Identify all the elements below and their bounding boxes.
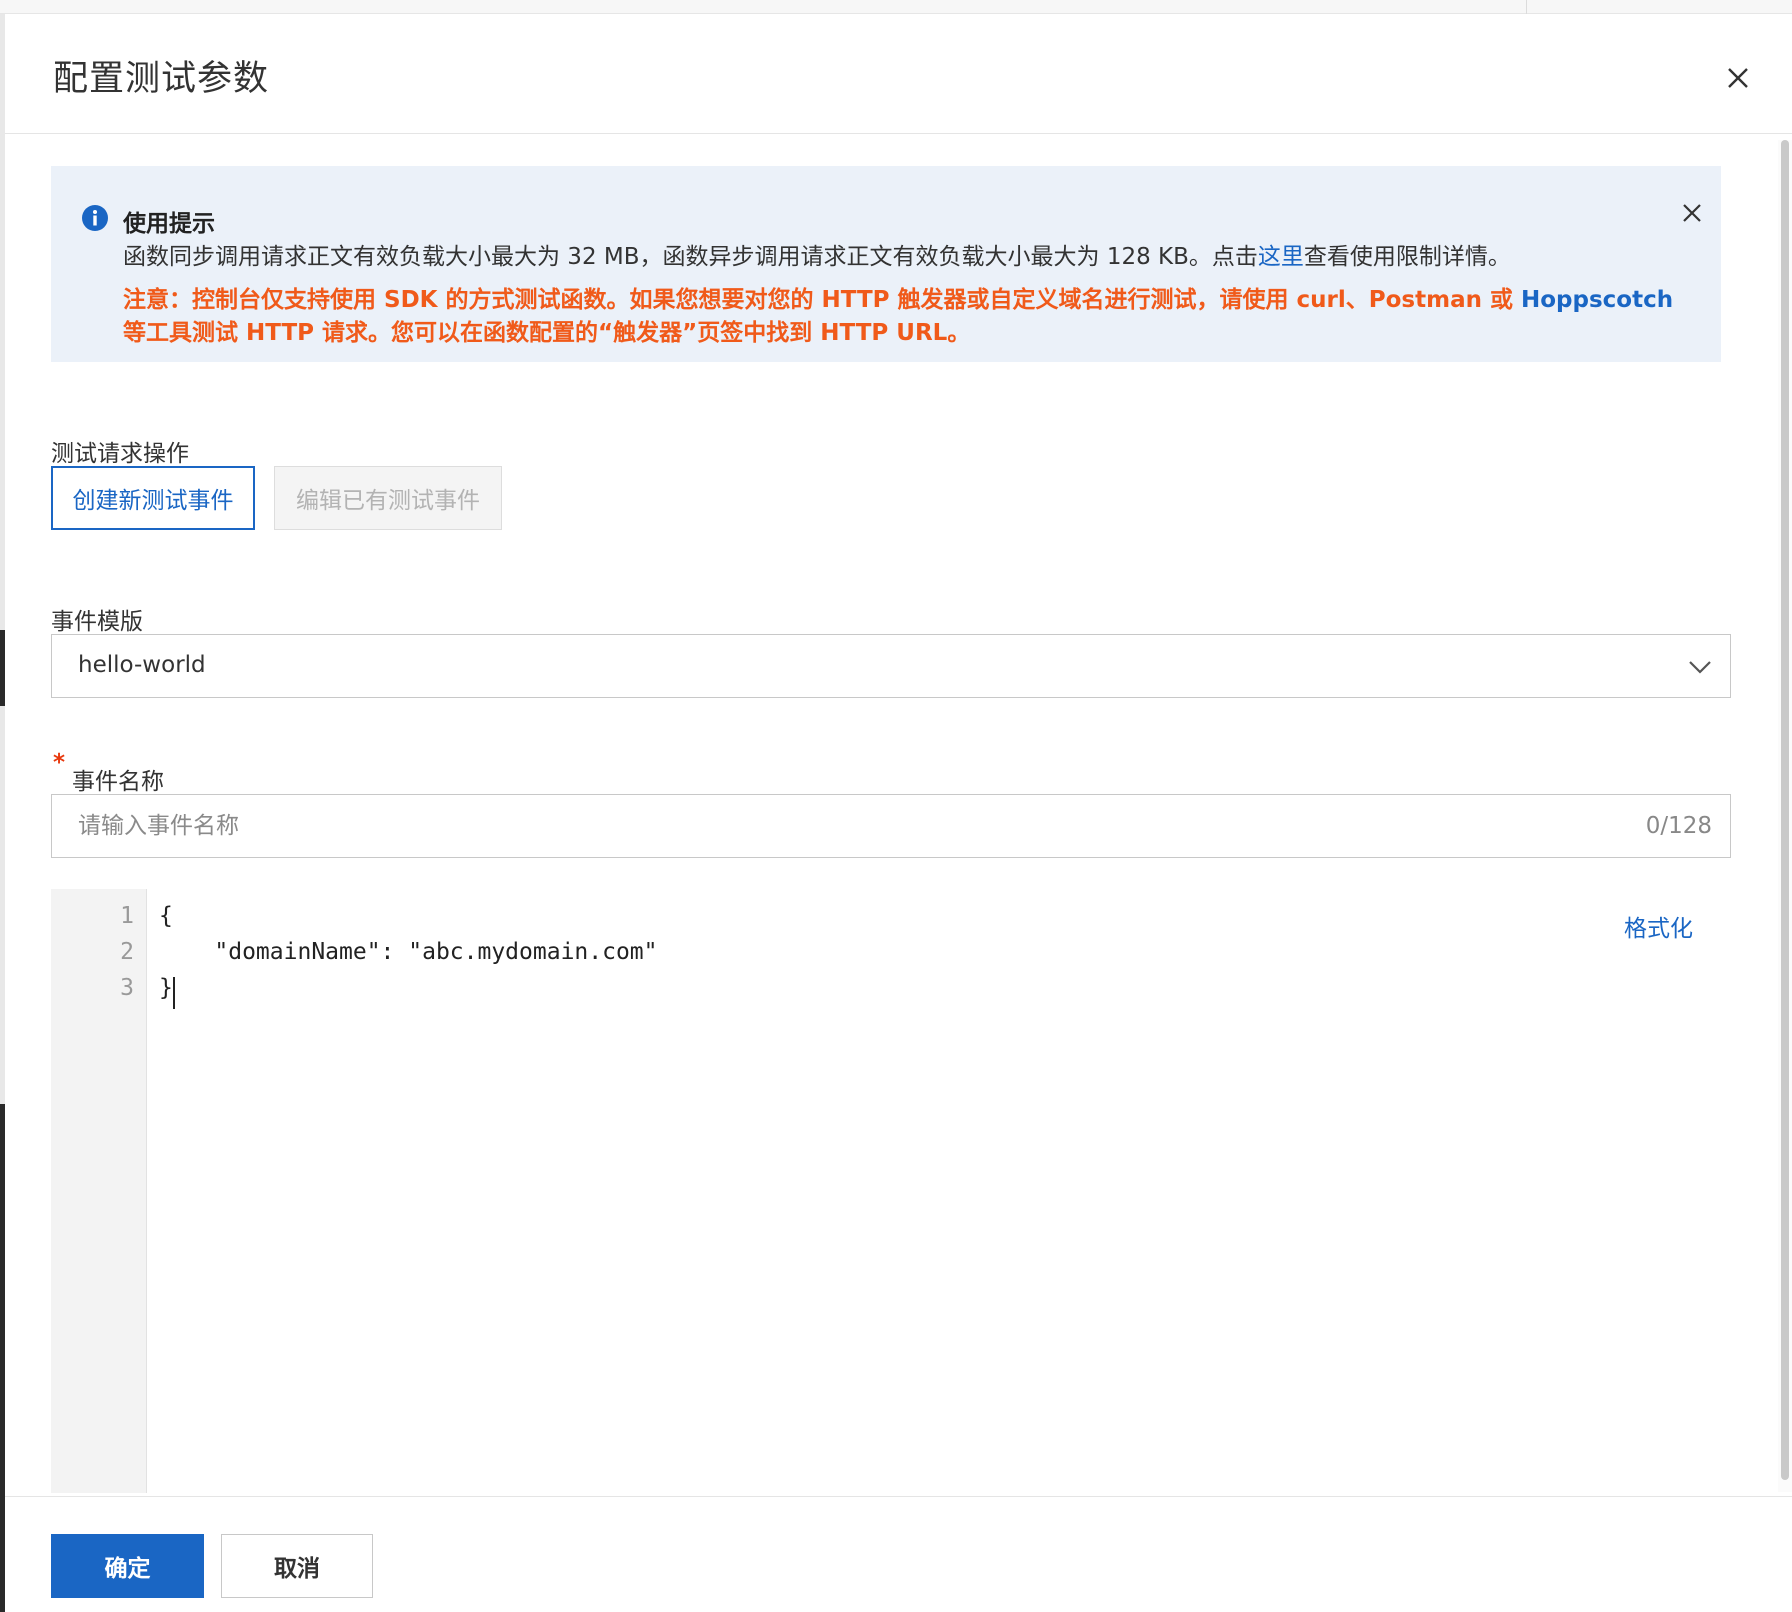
event-template-select[interactable]: hello-world [51,634,1731,698]
dialog-title: 配置测试参数 [53,59,270,99]
json-code-editor[interactable]: 1 2 3 { "domainName": "abc.mydomain.com"… [51,889,1731,1493]
line-number: 1 [120,903,134,929]
hoppscotch-highlight: Hoppscotch [1520,287,1674,313]
limits-details-link[interactable]: 这里 [1258,244,1304,270]
info-icon [81,204,109,232]
line-number: 3 [120,975,134,1001]
alert-desc-text-end: 查看使用限制详情。 [1303,244,1511,270]
usage-tip-alert: 使用提示 函数同步调用请求正文有效负载大小最大为 32 MB，函数异步调用请求正… [51,166,1721,362]
warning-text-end: 等工具测试 HTTP 请求。您可以在函数配置的“触发器”页签中找到 HTTP U… [123,320,971,346]
alert-desc-text: 函数同步调用请求正文有效负载大小最大为 32 MB，函数异步调用请求正文有效负载… [123,244,1258,270]
test-action-label: 测试请求操作 [51,441,189,467]
close-icon [1728,68,1748,88]
warning-text: 注意：控制台仅支持使用 SDK 的方式测试函数。如果您想要对您的 HTTP 触发… [123,287,1521,313]
code-line[interactable]: { [159,903,173,929]
dialog-footer: 确定 取消 [5,1496,1792,1612]
alert-close-button[interactable] [1675,196,1709,230]
background-topbar-divider [1526,0,1527,14]
code-line[interactable]: "domainName": "abc.mydomain.com" [159,939,657,965]
text-caret [173,977,175,1009]
event-template-value: hello-world [78,652,206,678]
line-number-gutter: 1 2 3 [51,889,147,1493]
event-template-label: 事件模版 [51,609,143,635]
event-name-field[interactable]: 0/128 [51,794,1731,858]
background-topbar [0,0,1792,14]
configure-test-dialog: 配置测试参数 使用提示 函数同步调用请求正文有效负载大小最大为 32 MB，函数… [5,14,1792,1612]
dialog-close-button[interactable] [1718,58,1758,98]
alert-title: 使用提示 [123,211,215,237]
code-line[interactable]: } [159,975,173,1001]
char-counter: 0/128 [1645,813,1712,839]
edit-test-event-button: 编辑已有测试事件 [274,466,502,530]
chevron-down-icon [1686,653,1714,681]
required-mark: * [53,750,66,776]
alert-description: 函数同步调用请求正文有效负载大小最大为 32 MB，函数异步调用请求正文有效负载… [123,237,1683,271]
confirm-button[interactable]: 确定 [51,1534,204,1598]
alert-warning: 注意：控制台仅支持使用 SDK 的方式测试函数。如果您想要对您的 HTTP 触发… [123,284,1703,350]
cancel-button[interactable]: 取消 [221,1534,373,1598]
dialog-header: 配置测试参数 [5,14,1792,134]
event-name-label: 事件名称 [72,769,164,795]
format-button[interactable]: 格式化 [1624,909,1693,943]
page: 配置测试参数 使用提示 函数同步调用请求正文有效负载大小最大为 32 MB，函数… [0,0,1792,1612]
create-test-event-button[interactable]: 创建新测试事件 [51,466,255,530]
event-name-input[interactable] [76,795,1576,857]
close-icon [1683,204,1701,222]
line-number: 2 [120,939,134,965]
scrollbar-thumb[interactable] [1781,140,1789,1480]
